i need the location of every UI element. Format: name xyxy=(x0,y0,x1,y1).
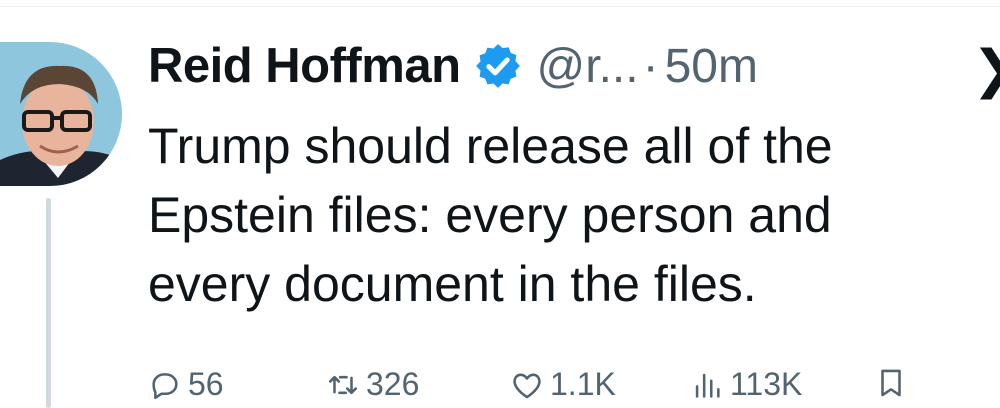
tweet-actions: 56 326 1.1K 113K xyxy=(148,366,908,406)
avatar[interactable] xyxy=(0,42,122,186)
author-handle[interactable]: @r... xyxy=(537,39,639,94)
views-count: 113K xyxy=(730,366,803,402)
like-count: 1.1K xyxy=(550,366,616,402)
separator-dot: · xyxy=(642,39,659,93)
avatar-image xyxy=(0,42,122,186)
tweet-header: Reid Hoffman @r... · 50m xyxy=(148,34,758,98)
verified-badge-icon xyxy=(473,41,523,91)
reply-icon xyxy=(152,372,178,399)
tweet-timestamp[interactable]: 50m xyxy=(665,39,758,94)
reply-count: 56 xyxy=(188,366,224,402)
bookmark-icon xyxy=(881,369,901,397)
reply-button[interactable]: 56 xyxy=(148,366,224,403)
repost-button[interactable]: 326 xyxy=(326,366,419,403)
tweet-text: Trump should release all of the Epstein … xyxy=(148,118,833,312)
top-divider xyxy=(0,6,1000,7)
heart-icon xyxy=(513,373,541,398)
repost-count: 326 xyxy=(366,366,420,402)
bookmark-button[interactable] xyxy=(874,366,908,400)
like-button[interactable]: 1.1K xyxy=(510,366,616,403)
thread-line xyxy=(46,198,51,408)
author-display-name[interactable]: Reid Hoffman xyxy=(148,38,461,94)
chevron-right-icon[interactable]: ❯ xyxy=(972,40,1000,100)
views-icon xyxy=(695,373,720,398)
views-button[interactable]: 113K xyxy=(690,366,802,403)
repost-icon xyxy=(328,375,358,394)
